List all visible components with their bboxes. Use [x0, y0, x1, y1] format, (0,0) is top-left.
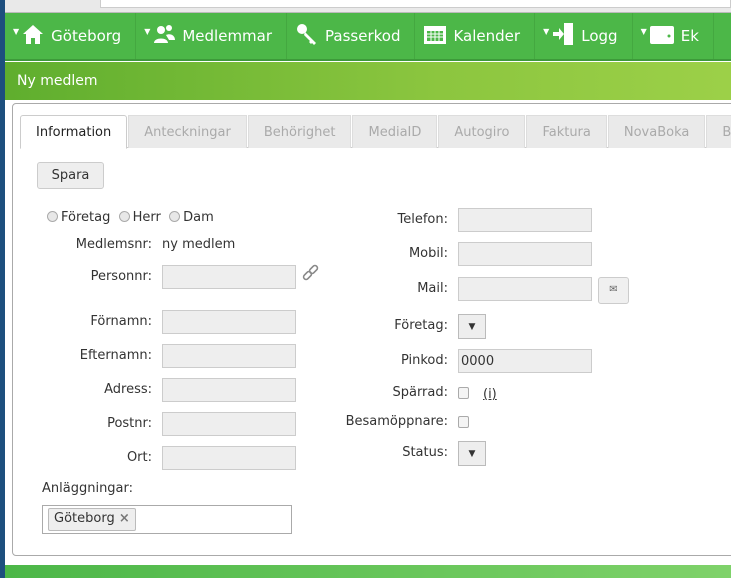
- fornamn-input[interactable]: [162, 310, 296, 334]
- postnr-input[interactable]: [162, 412, 296, 436]
- sparrad-info-link[interactable]: (i): [483, 387, 497, 402]
- tab-bar: Information Anteckningar Behörighet MediaID…: [20, 115, 731, 149]
- calendar-icon: [423, 23, 453, 49]
- caret-down-icon: ▼: [13, 26, 20, 36]
- fornamn-label: Förnamn:: [90, 314, 152, 329]
- tab-bi[interactable]: Bi: [706, 115, 731, 148]
- mail-input[interactable]: [458, 277, 592, 301]
- top-nav: ▼ Göteborg ▼ Medlemmar Passerkod Kalender ▼ Log…: [5, 13, 731, 61]
- send-mail-button[interactable]: ✉: [598, 277, 629, 304]
- ort-input[interactable]: [162, 446, 296, 470]
- besam-checkbox[interactable]: [458, 416, 469, 428]
- personnr-input[interactable]: [162, 265, 296, 289]
- nav-item-logg[interactable]: ▼ Logg: [535, 13, 633, 59]
- tab-novaboka[interactable]: NovaBoka: [607, 115, 706, 148]
- mail-label: Mail:: [417, 281, 448, 296]
- anlaggning-tag: Göteborg ×: [48, 508, 136, 531]
- besam-label: Besamöppnare:: [345, 414, 448, 429]
- caret-down-icon: ▼: [543, 26, 550, 36]
- tab-faktura[interactable]: Faktura: [526, 115, 607, 148]
- telefon-input[interactable]: [458, 208, 592, 232]
- key-icon: [295, 22, 325, 50]
- status-label: Status:: [402, 445, 448, 460]
- tab-anteckningar[interactable]: Anteckningar: [128, 115, 247, 148]
- tab-mediaid[interactable]: MediaID: [352, 115, 438, 148]
- nav-item-medlemmar[interactable]: ▼ Medlemmar: [136, 13, 288, 59]
- telefon-label: Telefon:: [397, 212, 449, 227]
- nav-item-göteborg[interactable]: ▼ Göteborg: [5, 13, 137, 59]
- remove-tag-icon[interactable]: ×: [119, 511, 130, 526]
- url-bar[interactable]: [100, 0, 731, 8]
- tab-information[interactable]: Information: [20, 115, 128, 149]
- footer-bar: [5, 565, 731, 578]
- status-select[interactable]: ▼: [458, 441, 486, 466]
- efternamn-label: Efternamn:: [79, 348, 152, 363]
- radio-herr[interactable]: Herr: [118, 210, 161, 225]
- users-icon: [152, 23, 182, 49]
- sparrad-checkbox[interactable]: [458, 387, 469, 399]
- anlaggningar-label: Anläggningar:: [42, 481, 134, 496]
- caret-down-icon: ▼: [640, 26, 647, 36]
- adress-label: Adress:: [104, 382, 152, 397]
- tab-behörighet[interactable]: Behörighet: [247, 115, 352, 148]
- page-title: Ny medlem: [5, 62, 731, 100]
- radio-dam[interactable]: Dam: [169, 210, 214, 225]
- radio-foretag[interactable]: Företag: [47, 210, 110, 225]
- medlemsnr-value: ny medlem: [162, 237, 236, 252]
- efternamn-input[interactable]: [162, 344, 296, 368]
- mobil-label: Mobil:: [408, 246, 448, 261]
- tab-autogiro[interactable]: Autogiro: [438, 115, 526, 148]
- nav-item-kalender[interactable]: Kalender: [415, 13, 536, 59]
- mobil-input[interactable]: [458, 242, 592, 266]
- type-radio-group: Företag Herr Dam: [47, 210, 214, 225]
- adress-input[interactable]: [162, 378, 296, 402]
- foretag-select[interactable]: ▼: [458, 314, 486, 339]
- nav-item-passerkod[interactable]: Passerkod: [287, 13, 416, 59]
- postnr-label: Postnr:: [107, 416, 152, 431]
- nav-item-ek[interactable]: ▼ Ek: [633, 13, 714, 59]
- ort-label: Ort:: [126, 450, 152, 465]
- pinkod-input[interactable]: 0000: [458, 349, 592, 373]
- home-icon: [21, 23, 51, 49]
- caret-down-icon: ▼: [144, 26, 151, 36]
- medlemsnr-label: Medlemsnr:: [75, 237, 152, 252]
- foretag-label: Företag:: [394, 318, 448, 333]
- save-button[interactable]: Spara: [37, 162, 104, 189]
- link-icon[interactable]: [302, 264, 320, 282]
- caret-down-icon: ▼: [468, 322, 476, 332]
- wallet-icon: [649, 23, 681, 49]
- login-icon: [551, 22, 581, 50]
- personnr-label: Personnr:: [90, 269, 152, 284]
- sparrad-label: Spärrad:: [392, 385, 448, 400]
- envelope-icon: ✉: [609, 284, 618, 295]
- pinkod-label: Pinkod:: [400, 353, 448, 368]
- caret-down-icon: ▼: [468, 449, 476, 459]
